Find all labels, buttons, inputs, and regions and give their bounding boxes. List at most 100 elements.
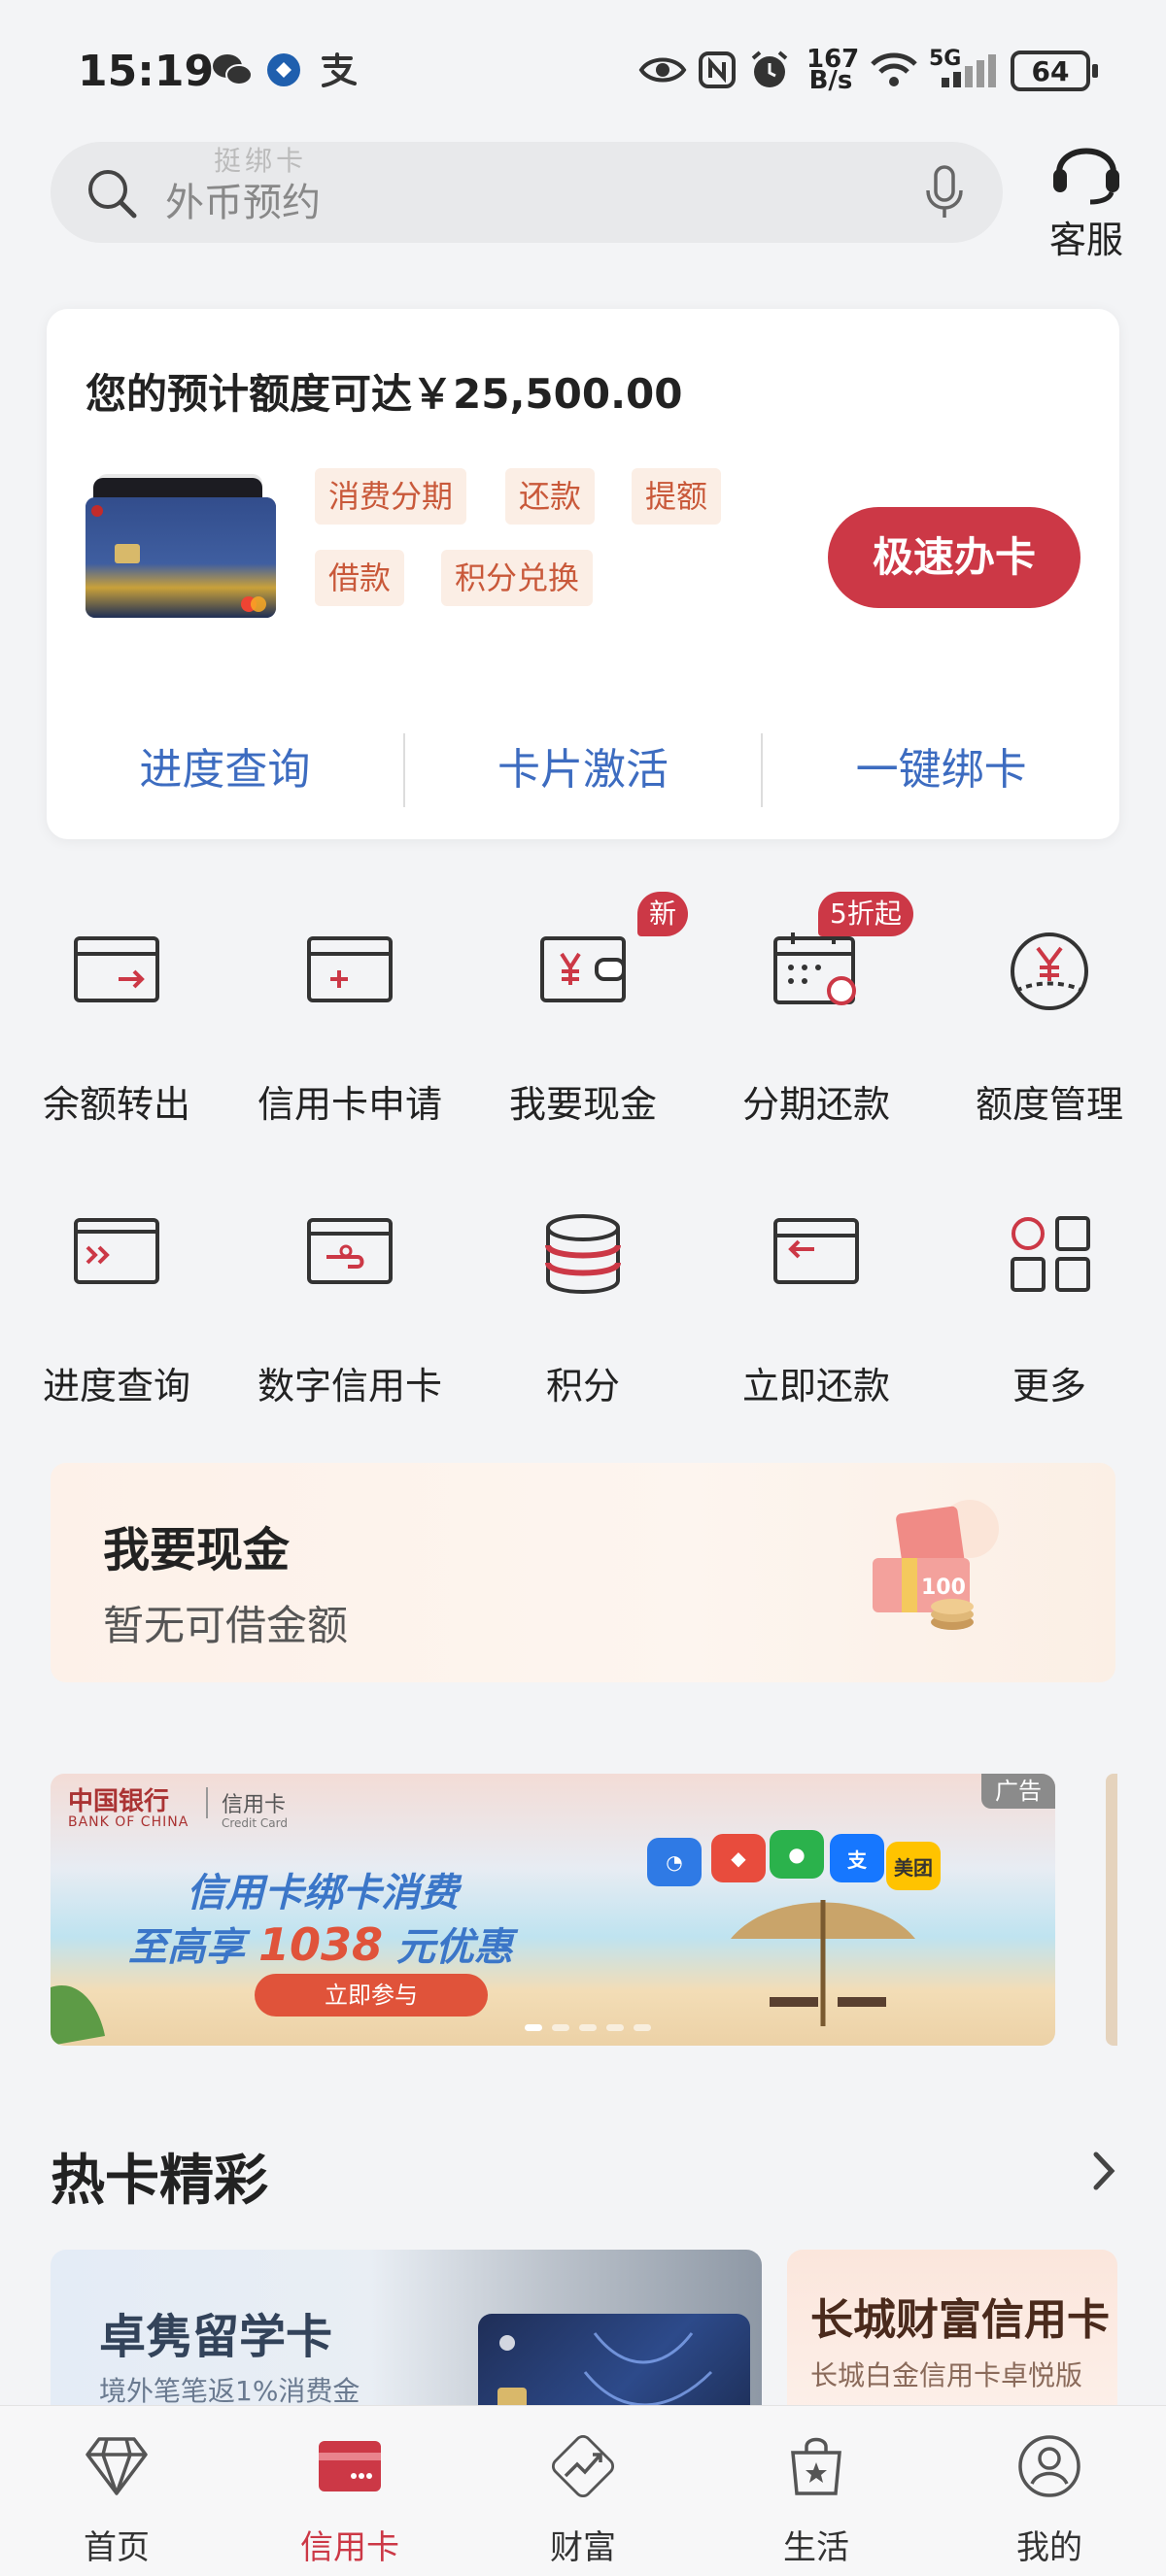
alarm-icon — [746, 51, 793, 89]
nav-mine[interactable]: 我的 — [933, 2406, 1166, 2576]
beach-umbrella-image — [711, 1881, 935, 2046]
search-placeholder: 外币预约 — [165, 181, 321, 225]
next-ad-peek[interactable] — [1106, 1774, 1117, 2046]
ad-tag: 广告 — [981, 1774, 1055, 1809]
nav-wealth[interactable]: 财富 — [466, 2406, 700, 2576]
hot-card-title: 卓隽留学卡 — [99, 2310, 333, 2364]
carousel-dot[interactable] — [579, 2024, 597, 2031]
net-speed: 167 B/s — [806, 45, 860, 95]
card-quick-links: 进度查询 卡片激活 一键绑卡 — [47, 727, 1119, 814]
grid-progress-query[interactable]: 进度查询 — [0, 1212, 233, 1407]
points-coins-icon — [545, 1214, 621, 1294]
grid-balance-transfer[interactable]: 余额转出 — [0, 931, 233, 1126]
money-label: 100 — [921, 1576, 966, 1600]
discount-badge: 5折起 — [818, 892, 913, 936]
search-bar[interactable]: 挺绑卡 外币预约 — [51, 142, 1003, 243]
nav-label: 信用卡 — [300, 2528, 399, 2567]
cash-loan-banner[interactable]: 我要现金 暂无可借金额 100 — [51, 1463, 1115, 1682]
estimated-limit-text: 您的预计额度可达￥25,500.00 — [86, 370, 683, 418]
grid-label: 积分 — [545, 1365, 620, 1407]
nav-label: 首页 — [84, 2528, 150, 2567]
nav-home[interactable]: 首页 — [0, 2406, 233, 2576]
microphone-icon[interactable] — [923, 163, 966, 225]
fast-apply-button[interactable]: 极速办卡 — [828, 507, 1080, 608]
wechat-pay-icon: ● — [770, 1830, 824, 1879]
customer-service-label: 客服 — [1048, 219, 1123, 261]
bottom-nav: 首页 信用卡 财富 生活 我的 — [0, 2405, 1166, 2576]
grid-label: 数字信用卡 — [257, 1365, 442, 1407]
limit-manage-icon — [1011, 932, 1088, 1010]
battery-indicator: 64 — [1011, 51, 1098, 91]
ad-carousel-dots[interactable] — [525, 2024, 651, 2031]
credit-card-nav-icon — [319, 2441, 381, 2491]
nav-label: 生活 — [783, 2528, 849, 2567]
grid-cash[interactable]: 我要现金 — [466, 931, 700, 1126]
nfc-icon — [696, 51, 738, 89]
ad-bank-name-en: BANK OF CHINA — [68, 1814, 189, 1830]
card-transfer-out-icon — [74, 936, 159, 1002]
tag-installment[interactable]: 消费分期 — [315, 468, 467, 525]
diamond-home-icon — [86, 2437, 148, 2495]
link-bind-card[interactable]: 一键绑卡 — [763, 727, 1119, 814]
chevron-right-icon[interactable] — [1084, 2147, 1123, 2195]
grid-card-apply[interactable]: 信用卡申请 — [233, 931, 466, 1126]
carousel-dot[interactable] — [552, 2024, 569, 2031]
wallet-cash-icon — [540, 936, 626, 1002]
grid-more[interactable]: 更多 — [933, 1212, 1166, 1407]
nav-label: 财富 — [550, 2528, 616, 2567]
search-icon — [86, 167, 140, 225]
app-icon — [262, 51, 305, 89]
ad-headline: 信用卡绑卡消费 — [187, 1871, 459, 1915]
status-bar: 15:19 167 B/s 5G 64 — [0, 0, 1166, 146]
tag-repay[interactable]: 还款 — [505, 468, 596, 525]
carousel-dot[interactable] — [525, 2024, 542, 2031]
grid-points[interactable]: 积分 — [466, 1212, 700, 1407]
tag-points-exchange[interactable]: 积分兑换 — [441, 550, 594, 606]
signal-icon — [933, 51, 999, 89]
card-stack-image — [86, 474, 280, 629]
customer-service-button[interactable]: 客服 — [1040, 132, 1133, 261]
cash-subtitle: 暂无可借金额 — [103, 1602, 349, 1649]
grid-label: 我要现金 — [508, 1083, 657, 1126]
digital-card-icon — [307, 1218, 393, 1284]
shopping-bag-icon — [791, 2437, 841, 2495]
hot-card-title: 长城财富信用卡 — [810, 2295, 1110, 2345]
grid-repay-now[interactable]: 立即还款 — [700, 1212, 933, 1407]
ad-card-label: 信用卡 — [206, 1787, 286, 1818]
grid-label: 更多 — [1012, 1365, 1086, 1407]
headset-icon — [1049, 134, 1123, 210]
grid-label: 进度查询 — [42, 1365, 190, 1407]
ad-banner[interactable]: 中国银行 BANK OF CHINA 信用卡 Credit Card 广告 信用… — [51, 1774, 1055, 2046]
grid-installment-repay[interactable]: 分期还款 — [700, 931, 933, 1126]
ad-join-button[interactable]: 立即参与 — [255, 1974, 488, 2017]
ad-card-label-en: Credit Card — [222, 1816, 288, 1830]
hot-cards-title: 热卡精彩 — [51, 2150, 268, 2213]
calendar-installment-icon — [773, 932, 856, 1005]
credit-limit-card: 您的预计额度可达￥25,500.00 消费分期 还款 提额 借款 积分兑换 极速… — [47, 309, 1119, 839]
alipay-icon — [313, 51, 361, 89]
new-badge: 新 — [637, 892, 689, 936]
nav-life[interactable]: 生活 — [700, 2406, 933, 2576]
grid-digital-card[interactable]: 数字信用卡 — [233, 1212, 466, 1407]
link-card-activate[interactable]: 卡片激活 — [405, 727, 762, 814]
wifi-icon — [867, 51, 921, 89]
ad-app-icon: ◔ — [647, 1838, 702, 1886]
money-stack-icon: 100 — [863, 1500, 999, 1645]
grid-label: 余额转出 — [42, 1083, 190, 1126]
nav-credit-card[interactable]: 信用卡 — [233, 2406, 466, 2576]
hot-card-subtitle: 境外笔笔返1%消费金 — [99, 2375, 360, 2407]
grid-limit-manage[interactable]: 额度管理 — [933, 931, 1166, 1126]
grid-label: 立即还款 — [741, 1365, 890, 1407]
carousel-dot[interactable] — [606, 2024, 624, 2031]
carousel-dot[interactable] — [634, 2024, 651, 2031]
status-time: 15:19 — [78, 47, 215, 96]
user-profile-icon — [1018, 2435, 1080, 2497]
tag-borrow[interactable]: 借款 — [315, 550, 405, 606]
ad-subheadline: 至高享 1038 元优惠 — [128, 1918, 513, 1971]
palm-leaf-image — [51, 1949, 109, 2046]
grid-label: 额度管理 — [975, 1083, 1123, 1126]
tag-raise-limit[interactable]: 提额 — [632, 468, 722, 525]
eye-icon — [637, 51, 688, 89]
wealth-chart-icon — [551, 2434, 615, 2498]
link-progress-query[interactable]: 进度查询 — [47, 727, 403, 814]
